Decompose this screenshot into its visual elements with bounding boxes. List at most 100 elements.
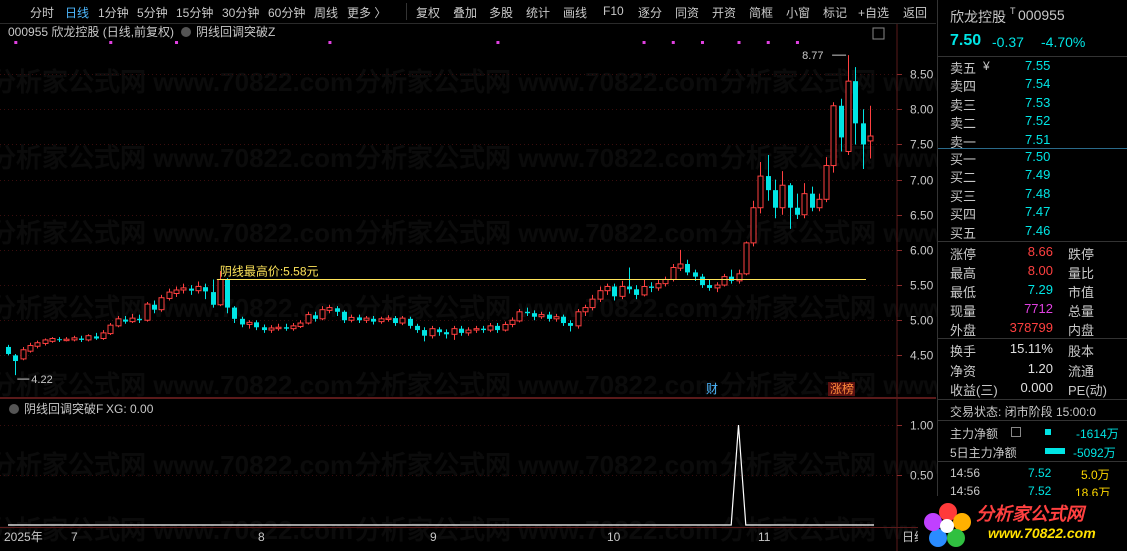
candle (158, 294, 165, 312)
quote-label: 内盘 (1068, 323, 1095, 338)
orderbook-row[interactable]: 卖三 7.53 (938, 95, 1127, 113)
divider (938, 241, 1127, 242)
period-weekly[interactable]: 周线 (314, 4, 338, 21)
candle (757, 162, 764, 214)
fuquan-button[interactable]: 复权 (416, 4, 440, 21)
add-watchlist-button[interactable]: +自选 (858, 4, 889, 21)
candle (729, 269, 734, 284)
candle (275, 323, 282, 331)
tick-button[interactable]: 逐分 (638, 4, 662, 21)
f10-button[interactable]: F10 (603, 4, 624, 18)
stats-button[interactable]: 统计 (526, 4, 550, 21)
y-tick-label: 7.50 (910, 138, 934, 152)
small-window-button[interactable]: 小窗 (786, 4, 810, 21)
kline-chart[interactable]: 阴线最高价:5.58元 8.77 4.22 4.50 5.00 5.50 6.00 6.… (0, 24, 936, 397)
trade-status: 交易状态: 闭市阶段 15:00:0 (950, 405, 1097, 419)
divider (938, 420, 1127, 421)
same-capital-button[interactable]: 同资 (675, 4, 699, 21)
orderbook-row[interactable]: 卖二 7.52 (938, 113, 1127, 131)
candle (268, 325, 275, 333)
orderbook-price: 7.48 (1025, 185, 1051, 201)
signal-dot (737, 41, 741, 44)
overlay-button[interactable]: 叠加 (453, 4, 477, 21)
indicator-chart[interactable]: 0.50 1.00 阴线回调突破F XG: 0.00 (0, 399, 936, 527)
high-reference-label: 阴线最高价:5.58元 (220, 264, 319, 279)
orderbook-row[interactable]: 买三 7.48 (938, 186, 1127, 204)
candle (371, 316, 376, 325)
last-price: 7.50 (950, 32, 982, 49)
signal-dot (14, 41, 18, 44)
back-button[interactable]: 返回 (903, 4, 927, 21)
candle (348, 314, 355, 323)
candle (553, 313, 560, 322)
candle (750, 200, 757, 247)
candle (313, 311, 318, 322)
divider (938, 461, 1127, 462)
quote-label: 净资 (950, 363, 977, 379)
candle (63, 337, 70, 342)
mark-button[interactable]: 标记 (823, 4, 847, 21)
candle (736, 269, 743, 284)
open-capital-button[interactable]: 开资 (712, 4, 736, 21)
signal-dot (700, 41, 704, 44)
quote-label: 外盘 (950, 323, 977, 338)
info-icon[interactable]: T (1010, 6, 1016, 16)
period-more[interactable]: 更多 〉 (347, 4, 386, 21)
orderbook-row[interactable]: 买四 7.47 (938, 204, 1127, 222)
xg-value: XG: 0.00 (106, 402, 154, 416)
period-daily[interactable]: 日线 (65, 4, 89, 21)
candle (437, 327, 442, 336)
candle (773, 179, 778, 219)
quote-label: 最高 (950, 266, 977, 281)
candle (326, 304, 333, 314)
max-price-label: 8.77 (802, 50, 823, 62)
table-icon[interactable] (1011, 427, 1021, 437)
period-1min[interactable]: 1分钟 (98, 4, 129, 21)
x-label-jul: 7 (71, 530, 78, 544)
candle (459, 325, 464, 336)
yen-icon[interactable]: ¥ (983, 59, 990, 73)
period-fenshi[interactable]: 分时 (30, 4, 54, 21)
logo-text: 分析家公式网 (976, 504, 1084, 524)
draw-line-button[interactable]: 画线 (563, 4, 587, 21)
period-30min[interactable]: 30分钟 (222, 4, 259, 21)
site-logo: 分析家公式网 www.70822.com (918, 496, 1127, 551)
candle (662, 276, 669, 287)
toolbar: 分时 日线 1分钟 5分钟 15分钟 30分钟 60分钟 周线 更多 〉 复权 … (0, 0, 936, 24)
candle (189, 285, 194, 295)
candle (378, 316, 385, 324)
y-tick-label: 5.50 (910, 279, 934, 293)
period-15min[interactable]: 15分钟 (176, 4, 213, 21)
simple-frame-button[interactable]: 简框 (749, 4, 773, 21)
candle (589, 294, 596, 311)
indicator-title: 阴线回调突破F (24, 401, 103, 416)
candle (34, 340, 41, 349)
candle (240, 316, 245, 328)
candle (612, 283, 617, 301)
candle (246, 320, 253, 329)
period-5min[interactable]: 5分钟 (137, 4, 168, 21)
indicator-dropdown[interactable]: 阴线回调突破Z (181, 24, 275, 39)
signal-marks (14, 41, 799, 44)
window-restore-icon[interactable] (872, 27, 885, 40)
candle (415, 323, 420, 333)
stock-code: 000955 (1018, 7, 1065, 23)
quote-value: 378799 (1009, 320, 1053, 335)
orderbook-row[interactable]: 卖一 7.51 (938, 132, 1127, 150)
orderbook-row[interactable]: 卖四 7.54 (938, 76, 1127, 94)
date-axis: 2025年 7 8 9 10 11 日线 (0, 527, 936, 551)
signal-dot (766, 41, 770, 44)
chevron-down-icon[interactable] (9, 404, 19, 414)
signal-dot (642, 41, 646, 44)
candle (810, 186, 815, 212)
multi-stock-button[interactable]: 多股 (489, 4, 513, 21)
orderbook-row[interactable]: 买二 7.49 (938, 167, 1127, 185)
badge-cai-text: 财 (706, 382, 718, 396)
orderbook-row[interactable]: 卖五 7.55 (938, 58, 1127, 76)
badge-zhangbang[interactable]: 涨榜 (828, 381, 855, 396)
candle (166, 288, 173, 301)
orderbook-label: 卖三 (950, 97, 977, 113)
orderbook-row[interactable]: 买一 7.50 (938, 149, 1127, 167)
orderbook-row[interactable]: 买五 7.46 (938, 223, 1127, 241)
period-60min[interactable]: 60分钟 (268, 4, 305, 21)
